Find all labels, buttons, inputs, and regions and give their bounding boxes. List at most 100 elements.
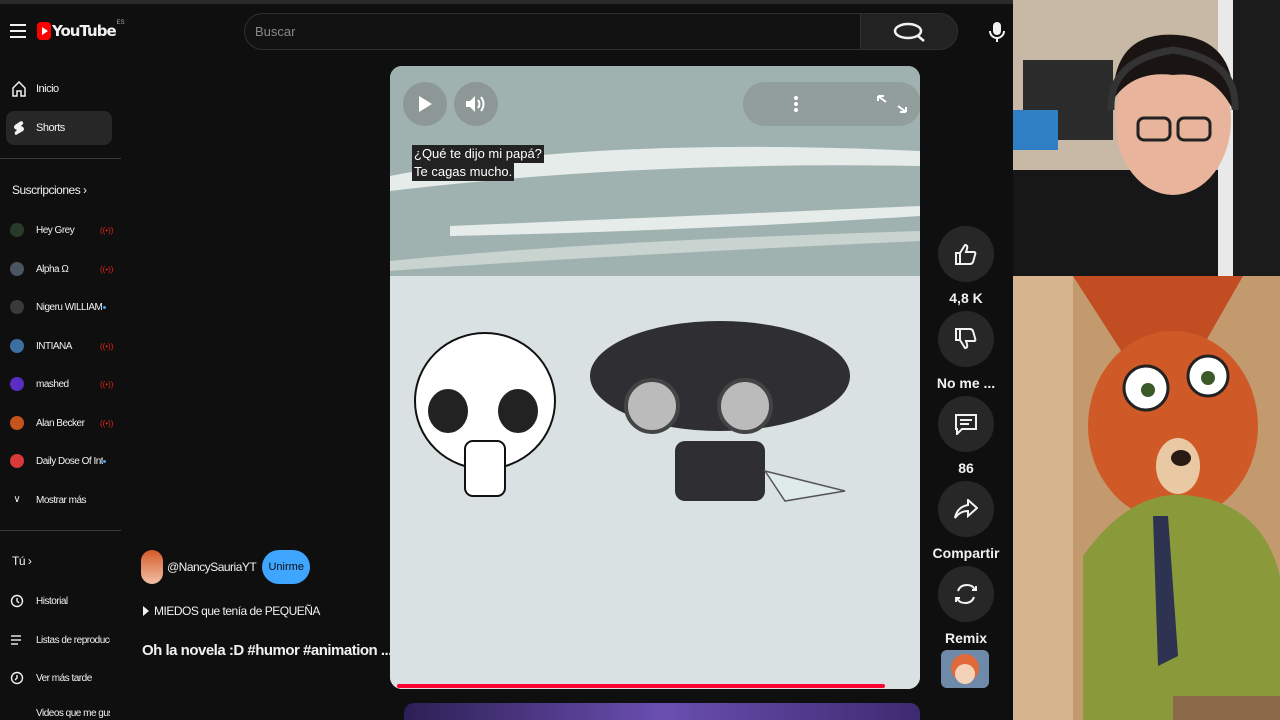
- like-count: 4,8 K: [949, 290, 983, 306]
- liked-icon: [10, 706, 24, 720]
- caption-line: Te cagas mucho.: [412, 163, 515, 181]
- fox-image: [1013, 276, 1280, 720]
- streamer-image: [1013, 0, 1280, 276]
- subscription-item[interactable]: INTIANA ((•)): [10, 335, 114, 357]
- sidebar-item-liked[interactable]: Videos que me gus...: [10, 706, 110, 720]
- short-title[interactable]: Oh la novela :D #humor #animation ...: [142, 642, 392, 659]
- share-action: Compartir: [933, 481, 999, 561]
- channel-avatar: [10, 300, 24, 314]
- like-button[interactable]: [938, 226, 994, 282]
- subscription-item[interactable]: Hey Grey ((•)): [10, 219, 113, 241]
- search-button[interactable]: [860, 13, 958, 50]
- new-content-dot: [103, 305, 106, 309]
- thumbs-up-icon: [955, 243, 977, 265]
- progress-bar[interactable]: [397, 684, 885, 688]
- webcam-overlay: [1013, 0, 1280, 276]
- playlists-icon: [10, 633, 24, 647]
- channel-avatar: [10, 262, 24, 276]
- more-vertical-icon: [794, 96, 798, 112]
- remix-button[interactable]: [938, 566, 994, 622]
- sidebar-item-historial[interactable]: Historial: [10, 590, 110, 612]
- channel-avatar: [10, 339, 24, 353]
- sidebar-item-label: Videos que me gus...: [36, 707, 110, 719]
- you-heading[interactable]: Tú ›: [12, 554, 32, 568]
- shorts-player[interactable]: ¿Qué te dijo mi papá? Te cagas mucho.: [390, 66, 920, 689]
- live-icon: ((•)): [100, 341, 114, 351]
- show-more-button[interactable]: ∨ Mostrar más: [10, 489, 110, 511]
- search-input[interactable]: Buscar: [244, 13, 860, 50]
- sidebar-item-watch-later[interactable]: Ver más tarde: [10, 667, 110, 689]
- search-icon: [893, 22, 925, 42]
- subscription-item[interactable]: mashed ((•)): [10, 373, 114, 395]
- cartoon-characters: [414, 321, 850, 502]
- next-short-preview[interactable]: [404, 703, 920, 720]
- divider: [0, 530, 121, 531]
- expand-icon: [877, 95, 907, 113]
- playlist-link[interactable]: MIEDOS que tenía de PEQUEÑA: [143, 604, 320, 618]
- subscription-item[interactable]: Daily Dose Of Int...: [10, 450, 110, 472]
- channel-avatar: [10, 377, 24, 391]
- remix-label: Remix: [944, 630, 988, 646]
- channel-name: Hey Grey: [36, 224, 75, 236]
- play-icon: [143, 606, 149, 616]
- sidebar-item-label: Shorts: [36, 122, 65, 134]
- live-icon: ((•)): [100, 379, 114, 389]
- creator-row: @NancySauriaYT Unirme: [141, 550, 311, 584]
- dislike-label: No me ...: [936, 375, 996, 391]
- subscription-item[interactable]: Alpha Ω ((•)): [10, 258, 114, 280]
- comment-icon: [955, 414, 977, 435]
- voice-search-button[interactable]: [983, 18, 1011, 46]
- play-button[interactable]: [403, 82, 447, 126]
- logo-country: ES: [116, 20, 125, 26]
- remix-action: Remix: [938, 566, 994, 646]
- divider: [0, 158, 121, 159]
- subscription-item[interactable]: Nigeru WILLIAM: [10, 296, 110, 318]
- more-options-button[interactable]: [774, 82, 818, 126]
- share-button[interactable]: [938, 481, 994, 537]
- masthead: YouTube ES Buscar: [0, 4, 1013, 60]
- join-button[interactable]: Unirme: [262, 550, 311, 584]
- video-frame-ground: [390, 276, 920, 689]
- new-content-dot: [103, 459, 106, 463]
- sidebar-item-shorts[interactable]: Shorts: [6, 111, 112, 145]
- comments-button[interactable]: [938, 396, 994, 452]
- thumbnail-art: [951, 654, 979, 684]
- microphone-icon: [989, 22, 1005, 42]
- playlist-label: MIEDOS que tenía de PEQUEÑA: [154, 604, 320, 618]
- history-icon: [10, 594, 24, 608]
- creator-avatar[interactable]: [141, 550, 163, 584]
- youtube-logo[interactable]: YouTube ES: [37, 20, 125, 40]
- sidebar-item-playlists[interactable]: Listas de reproducc...: [10, 629, 110, 651]
- comment-count: 86: [958, 460, 974, 476]
- channel-avatar: [10, 223, 24, 237]
- home-icon: [12, 81, 26, 97]
- like-action: 4,8 K: [938, 226, 994, 306]
- channel-name: Daily Dose Of Int...: [36, 455, 103, 467]
- dislike-button[interactable]: [938, 311, 994, 367]
- share-label: Compartir: [932, 545, 1000, 561]
- sidebar-item-label: Ver más tarde: [36, 672, 92, 684]
- dislike-action: No me ...: [936, 311, 996, 391]
- sidebar: Inicio Shorts Suscripciones › Hey Grey (…: [0, 60, 121, 720]
- sidebar-item-label: Historial: [36, 595, 68, 607]
- watch-later-icon: [10, 671, 24, 685]
- sidebar-item-inicio[interactable]: Inicio: [6, 72, 112, 106]
- volume-button[interactable]: [454, 82, 498, 126]
- subscription-item[interactable]: Alan Becker ((•)): [10, 412, 114, 434]
- shorts-icon: [12, 120, 26, 136]
- sound-thumbnail[interactable]: [941, 650, 989, 688]
- menu-icon[interactable]: [10, 24, 26, 38]
- channel-avatar: [10, 454, 24, 468]
- channel-name: INTIANA: [36, 340, 72, 352]
- channel-name: Alpha Ω: [36, 263, 69, 275]
- sidebar-item-label: Inicio: [36, 83, 59, 95]
- channel-name: mashed: [36, 378, 69, 390]
- live-icon: ((•)): [100, 264, 114, 274]
- subscriptions-heading[interactable]: Suscripciones ›: [12, 183, 87, 197]
- channel-name: Alan Becker: [36, 417, 85, 429]
- live-icon: ((•)): [100, 418, 114, 428]
- fullscreen-button[interactable]: [870, 82, 914, 126]
- creator-handle[interactable]: @NancySauriaYT: [167, 560, 257, 574]
- channel-name: Nigeru WILLIAM: [36, 301, 103, 313]
- sidebar-item-label: Listas de reproducc...: [36, 634, 110, 646]
